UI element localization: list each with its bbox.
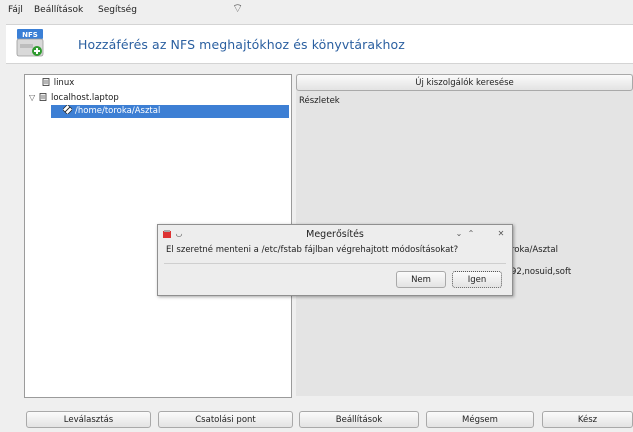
- no-button[interactable]: Nem: [396, 271, 446, 288]
- confirm-dialog: ◡ Megerősítés ⌄ ⌃ ✕ El szeretné menteni …: [157, 224, 513, 296]
- details-path-text: roka/Asztal: [511, 245, 558, 255]
- mouse-cursor-icon: ⌔: [232, 1, 244, 15]
- minimize-icon[interactable]: ⌄: [454, 229, 464, 239]
- details-label: Részletek: [299, 96, 340, 106]
- menu-settings[interactable]: Beállítások: [34, 5, 83, 15]
- header-banner: NFS Hozzáférés az NFS meghajtókhoz és kö…: [6, 24, 633, 64]
- bottom-toolbar: Leválasztás Csatolási pont Beállítások M…: [0, 400, 633, 432]
- done-button[interactable]: Kész: [542, 411, 633, 428]
- close-icon[interactable]: ✕: [496, 229, 506, 239]
- mount-point-button[interactable]: Csatolási pont: [158, 411, 293, 428]
- tree-item-linux[interactable]: linux: [29, 77, 74, 90]
- cancel-button[interactable]: Mégsem: [426, 411, 534, 428]
- menu-bar: Fájl Beállítások Segítség ⌔: [0, 0, 633, 22]
- menu-help[interactable]: Segítség: [98, 5, 137, 15]
- menu-file[interactable]: Fájl: [8, 5, 23, 15]
- tree-item-localhost[interactable]: ▽ localhost.laptop: [29, 91, 119, 104]
- dialog-divider: [164, 263, 506, 264]
- expand-toggle-icon[interactable]: ▽: [29, 91, 37, 104]
- dialog-message: El szeretné menteni a /etc/fstab fájlban…: [166, 245, 459, 255]
- unmount-button[interactable]: Leválasztás: [26, 411, 151, 428]
- settings-button[interactable]: Beállítások: [299, 411, 419, 428]
- server-icon: [39, 93, 47, 101]
- tree-item-label: localhost.laptop: [51, 93, 119, 103]
- server-icon: [42, 78, 50, 86]
- nfs-icon: NFS: [16, 28, 44, 58]
- yes-button[interactable]: Igen: [452, 271, 502, 288]
- svg-text:NFS: NFS: [22, 31, 38, 39]
- tree-item-share[interactable]: /home/toroka/Asztal: [51, 104, 289, 118]
- search-servers-button[interactable]: Új kiszolgálók keresése: [296, 74, 633, 91]
- maximize-icon[interactable]: ⌃: [466, 229, 476, 239]
- nfs-share-icon: [62, 104, 73, 115]
- page-title: Hozzáférés az NFS meghajtókhoz és könyvt…: [78, 37, 405, 52]
- details-options-text: 92,nosuid,soft: [511, 267, 572, 277]
- tree-item-label: /home/toroka/Asztal: [75, 106, 161, 116]
- tree-item-label: linux: [53, 78, 75, 88]
